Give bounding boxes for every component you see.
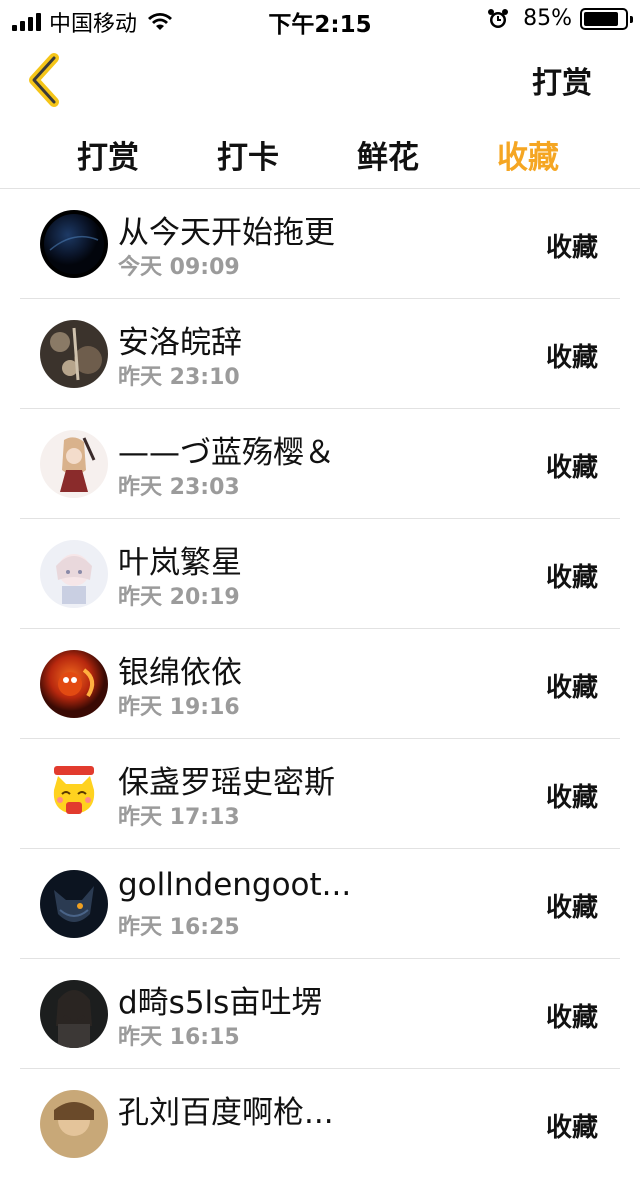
favorite-action[interactable]: 收藏: [546, 337, 598, 374]
list-item[interactable]: d畸s5ls亩吐塄 昨天 16:15 收藏: [20, 959, 620, 1069]
user-name: gollndengoot...: [118, 867, 352, 903]
favorite-action[interactable]: 收藏: [546, 887, 598, 924]
user-name: 银绵依依: [118, 655, 242, 691]
tab-bar: 打赏 打卡 鲜花 收藏: [0, 122, 640, 188]
anime-girl-avatar[interactable]: [40, 430, 108, 498]
battery-icon: [580, 7, 633, 30]
favorite-action[interactable]: 收藏: [546, 1107, 598, 1144]
alarm-clock-icon: [488, 8, 509, 28]
favorite-action[interactable]: 收藏: [546, 667, 598, 704]
timestamp: 昨天 20:19: [118, 585, 240, 610]
user-name: 从今天开始拖更: [118, 215, 335, 251]
back-button[interactable]: [22, 50, 72, 110]
reward-button[interactable]: 打赏: [532, 58, 592, 102]
favorite-action[interactable]: 收藏: [546, 447, 598, 484]
timestamp: 今天 09:09: [118, 255, 240, 280]
timestamp: 昨天 17:13: [118, 805, 240, 830]
red-character-avatar[interactable]: [40, 650, 108, 718]
portrait-avatar[interactable]: [40, 320, 108, 388]
tab-favorites[interactable]: 收藏: [458, 132, 598, 177]
battery-percent: 85%: [523, 6, 572, 31]
list-item[interactable]: 银绵依依 昨天 19:16 收藏: [20, 629, 620, 739]
favorite-action[interactable]: 收藏: [546, 227, 598, 264]
nav-header: 打赏: [0, 40, 640, 120]
tab-flowers[interactable]: 鲜花: [318, 132, 458, 177]
timestamp: 昨天 16:15: [118, 1025, 240, 1050]
dark-portrait-avatar[interactable]: [40, 980, 108, 1048]
dark-planet-avatar[interactable]: [40, 210, 108, 278]
status-bar: 中国移动 下午2:15 85%: [0, 0, 640, 40]
status-right: 85%: [487, 6, 633, 31]
timestamp: 昨天 19:16: [118, 695, 240, 720]
user-name: 孔刘百度啊枪...: [118, 1095, 334, 1131]
favorite-action[interactable]: 收藏: [546, 997, 598, 1034]
list-item[interactable]: gollndengoot... 昨天 16:25 收藏: [20, 849, 620, 959]
user-name: 叶岚繁星: [118, 545, 242, 581]
user-name: d畸s5ls亩吐塄: [118, 985, 323, 1021]
user-name: 安洛皖辞: [118, 325, 242, 361]
tab-checkin[interactable]: 打卡: [178, 132, 318, 177]
favorites-list: 从今天开始拖更 今天 09:09 收藏 安洛皖辞 昨天 23:10 收藏 ——づ…: [0, 189, 640, 1179]
partial-avatar[interactable]: [40, 1090, 108, 1158]
list-item[interactable]: 安洛皖辞 昨天 23:10 收藏: [20, 299, 620, 409]
dark-wolf-avatar[interactable]: [40, 870, 108, 938]
timestamp: 昨天 16:25: [118, 915, 240, 940]
timestamp: 昨天 23:10: [118, 365, 240, 390]
timestamp: 昨天 23:03: [118, 475, 240, 500]
list-item[interactable]: 从今天开始拖更 今天 09:09 收藏: [20, 189, 620, 299]
list-item[interactable]: 孔刘百度啊枪... 收藏: [20, 1069, 620, 1179]
list-item[interactable]: 保盏罗瑶史密斯 昨天 17:13 收藏: [20, 739, 620, 849]
yellow-cat-avatar[interactable]: [40, 760, 108, 828]
list-item[interactable]: ——づ蓝殇樱＆ 昨天 23:03 收藏: [20, 409, 620, 519]
favorite-action[interactable]: 收藏: [546, 777, 598, 814]
chevron-left-icon: [29, 53, 59, 107]
favorite-action[interactable]: 收藏: [546, 557, 598, 594]
user-name: ——づ蓝殇樱＆: [118, 435, 335, 471]
pastel-anime-avatar[interactable]: [40, 540, 108, 608]
list-item[interactable]: 叶岚繁星 昨天 20:19 收藏: [20, 519, 620, 629]
user-name: 保盏罗瑶史密斯: [118, 765, 335, 801]
tab-reward[interactable]: 打赏: [38, 132, 178, 177]
